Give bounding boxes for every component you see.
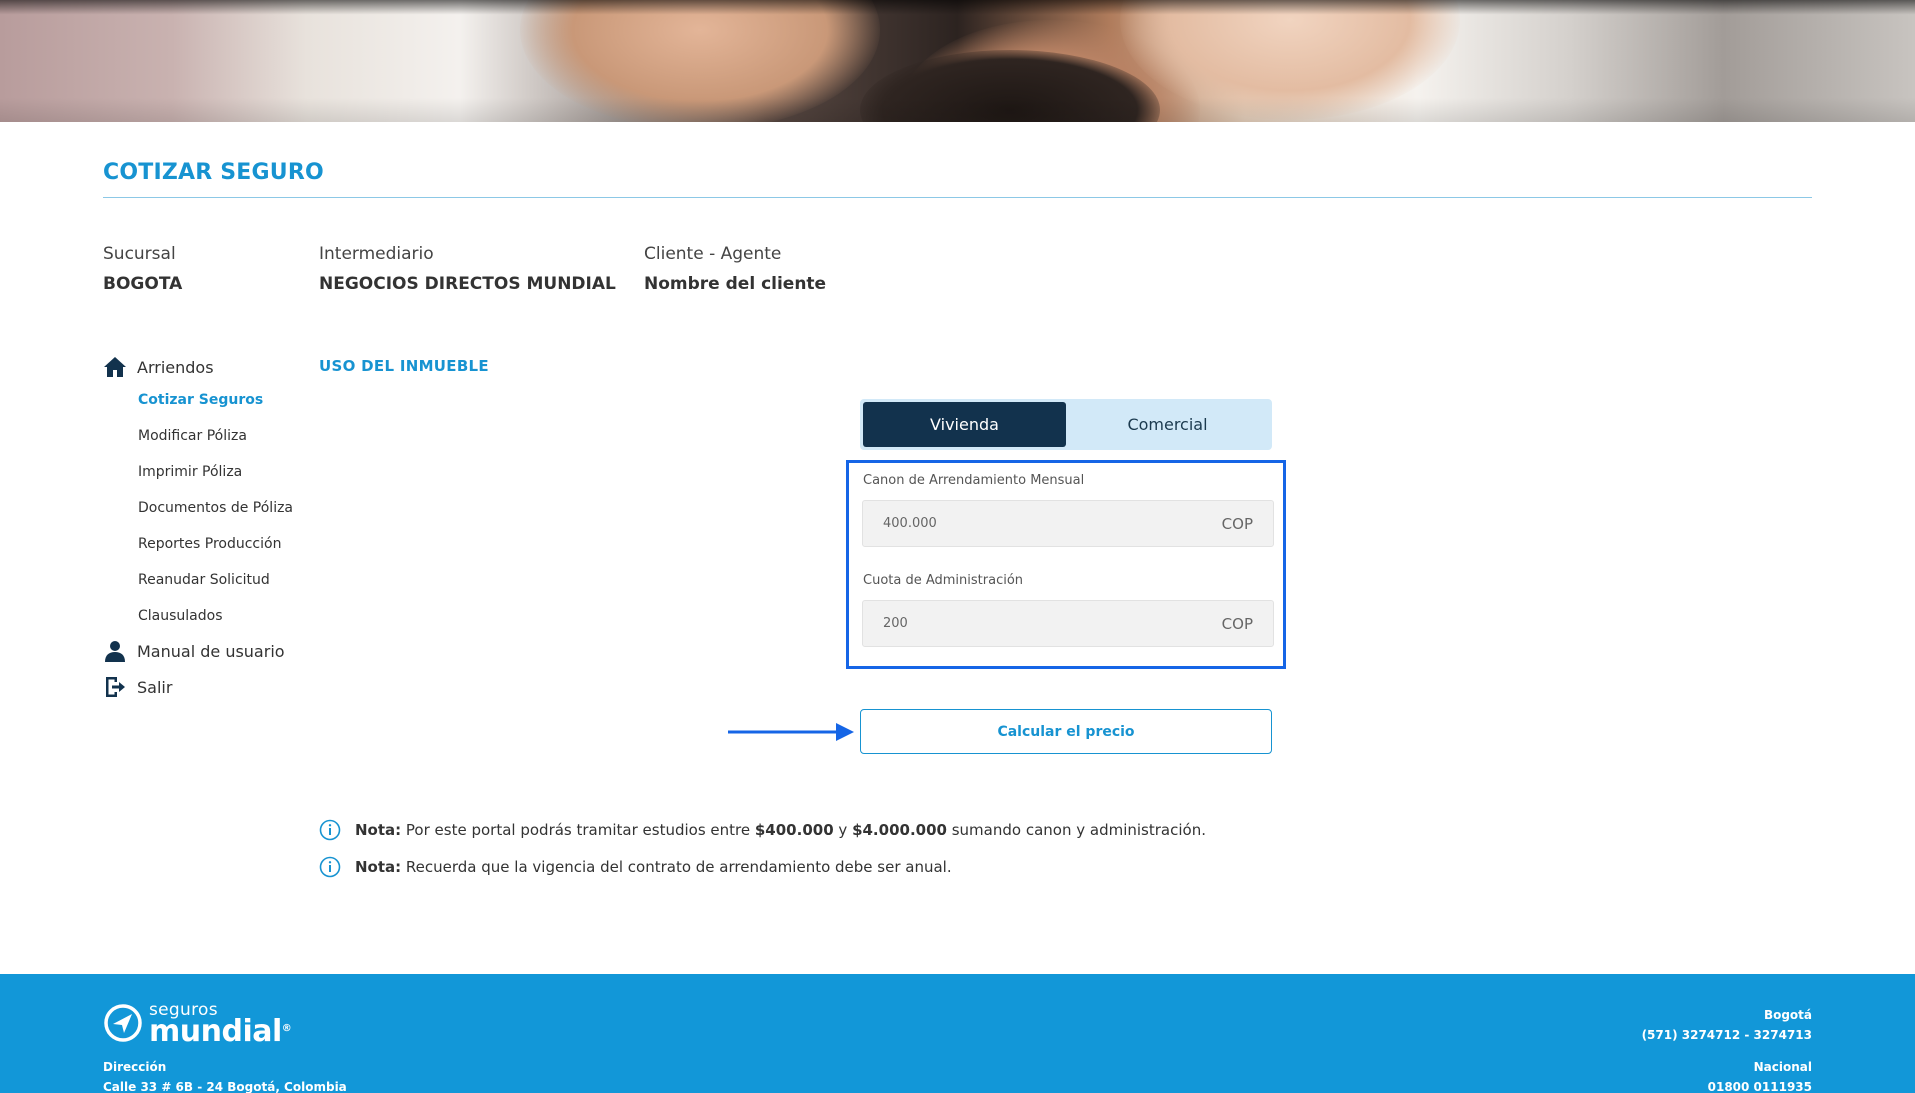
home-icon: [103, 355, 127, 379]
canon-currency: COP: [1221, 514, 1253, 533]
note-text: Nota: Por este portal podrás tramitar es…: [355, 821, 1206, 839]
intermediario-label: Intermediario: [319, 244, 434, 264]
sucursal-value: BOGOTA: [103, 274, 183, 294]
sidebar-item-documentos-poliza[interactable]: Documentos de Póliza: [138, 490, 323, 526]
sidebar-nav: Arriendos Cotizar Seguros Modificar Póli…: [103, 352, 323, 702]
logo-icon: [103, 1003, 143, 1047]
canon-input[interactable]: 400.000 COP: [862, 500, 1274, 547]
cliente-value: Nombre del cliente: [644, 274, 827, 294]
hero-banner-image: [0, 0, 1915, 122]
section-title: USO DEL INMUEBLE: [319, 357, 489, 375]
sidebar-item-imprimir-poliza[interactable]: Imprimir Póliza: [138, 454, 323, 490]
sidebar-item-reanudar-solicitud[interactable]: Reanudar Solicitud: [138, 562, 323, 598]
sidebar-item-label: Manual de usuario: [137, 641, 285, 661]
cliente-info: Cliente - Agente Nombre del cliente: [644, 244, 826, 294]
amounts-highlight-box: Canon de Arrendamiento Mensual 400.000 C…: [846, 460, 1286, 669]
logout-icon: [103, 675, 127, 699]
canon-value: 400.000: [883, 516, 937, 531]
sucursal-info: Sucursal BOGOTA: [103, 244, 182, 294]
calcular-precio-button[interactable]: Calcular el precio: [860, 709, 1272, 754]
intermediario-value: NEGOCIOS DIRECTOS MUNDIAL: [319, 274, 616, 294]
page-title: COTIZAR SEGURO: [103, 160, 324, 185]
sidebar-item-arriendos[interactable]: Arriendos: [103, 352, 323, 382]
sidebar-item-manual[interactable]: Manual de usuario: [103, 636, 323, 666]
nacional-label: Nacional: [1753, 1060, 1812, 1074]
sidebar-item-modificar-poliza[interactable]: Modificar Póliza: [138, 418, 323, 454]
note-vigencia: Nota: Recuerda que la vigencia del contr…: [319, 856, 952, 878]
logo-text-big: mundial: [149, 1014, 282, 1049]
note-text: Nota: Recuerda que la vigencia del contr…: [355, 858, 952, 876]
nacional-phone: 01800 0111935: [1707, 1080, 1812, 1093]
cuota-input[interactable]: 200 COP: [862, 600, 1274, 647]
canon-label: Canon de Arrendamiento Mensual: [863, 473, 1085, 488]
cuota-currency: COP: [1221, 614, 1253, 633]
sidebar-item-reportes-produccion[interactable]: Reportes Producción: [138, 526, 323, 562]
sidebar-item-cotizar-seguros[interactable]: Cotizar Seguros: [138, 382, 323, 418]
cuota-label: Cuota de Administración: [863, 573, 1024, 588]
sidebar-subnav: Cotizar Seguros Modificar Póliza Imprimi…: [103, 382, 323, 634]
toggle-vivienda[interactable]: Vivienda: [863, 402, 1066, 447]
info-icon: [319, 819, 341, 841]
cliente-label: Cliente - Agente: [644, 244, 782, 264]
bogota-phone: (571) 3274712 - 3274713: [1641, 1028, 1812, 1042]
logo-registered: ®: [281, 1023, 292, 1034]
sidebar-item-salir[interactable]: Salir: [103, 672, 323, 702]
cuota-value: 200: [883, 616, 908, 631]
direccion-value: Calle 33 # 6B - 24 Bogotá, Colombia: [103, 1080, 347, 1093]
info-icon: [319, 856, 341, 878]
title-divider: [103, 197, 1812, 198]
sidebar-item-label: Arriendos: [137, 357, 214, 377]
user-icon: [103, 639, 127, 663]
sidebar-item-clausulados[interactable]: Clausulados: [138, 598, 323, 634]
sucursal-label: Sucursal: [103, 244, 176, 264]
sidebar-item-label: Salir: [137, 677, 173, 697]
direccion-label: Dirección: [103, 1060, 167, 1074]
toggle-comercial[interactable]: Comercial: [1066, 402, 1269, 447]
bogota-label: Bogotá: [1763, 1008, 1812, 1022]
company-logo[interactable]: seguros mundial®: [103, 1002, 292, 1049]
arrow-right-icon: [728, 721, 856, 747]
note-range: Nota: Por este portal podrás tramitar es…: [319, 819, 1206, 841]
footer: seguros mundial® Dirección Calle 33 # 6B…: [0, 974, 1915, 1093]
intermediario-info: Intermediario NEGOCIOS DIRECTOS MUNDIAL: [319, 244, 616, 294]
uso-inmueble-toggle: Vivienda Comercial: [860, 399, 1272, 450]
